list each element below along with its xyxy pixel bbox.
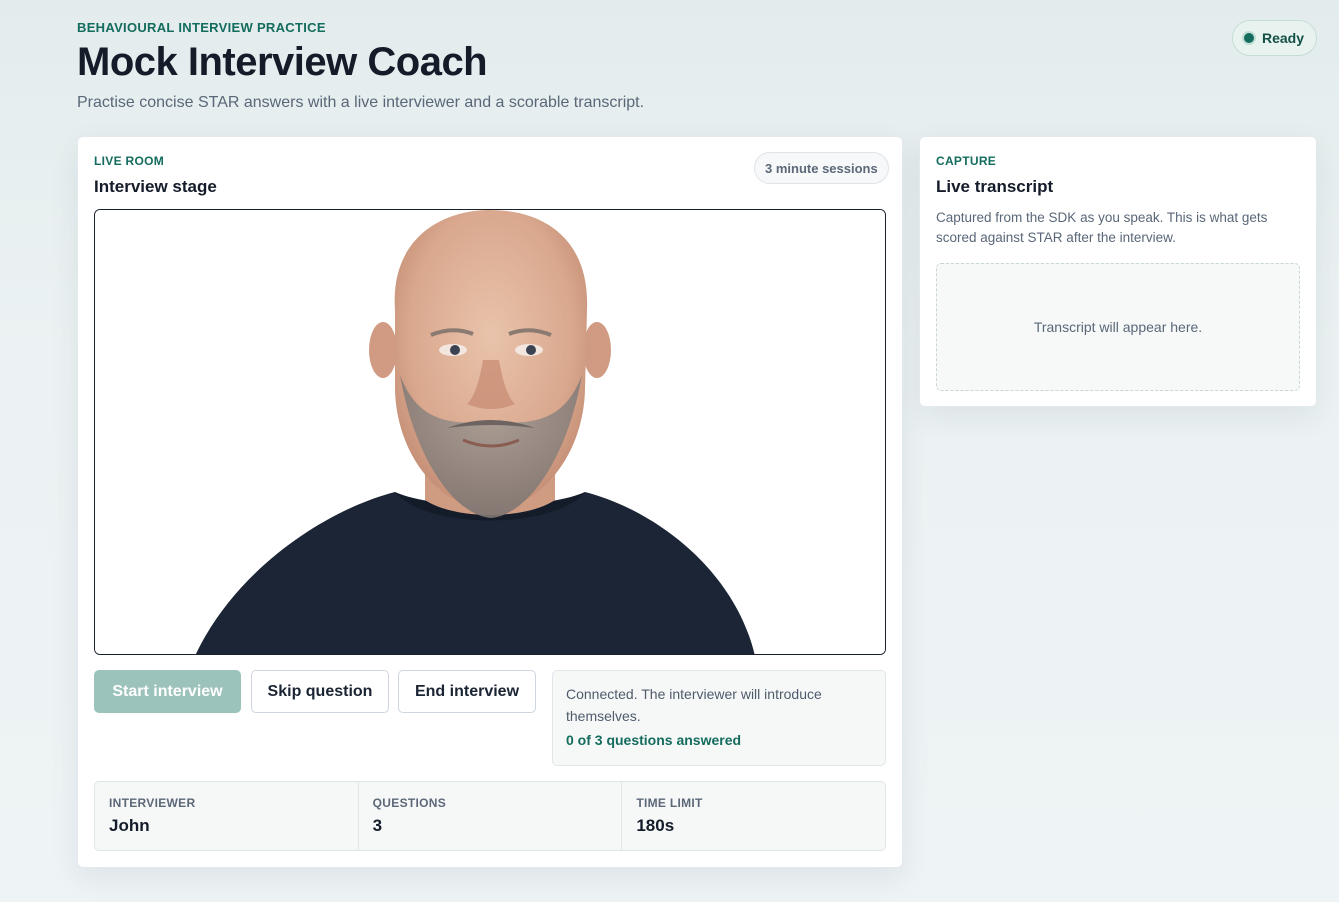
stat-value: 180s [636, 816, 675, 835]
skip-question-button[interactable]: Skip question [251, 670, 389, 713]
transcript-placeholder: Transcript will appear here. [1033, 319, 1203, 335]
page-title: Mock Interview Coach [77, 40, 488, 84]
connection-status-message: Connected. The interviewer will introduc… [566, 686, 822, 724]
page-eyebrow: BEHAVIOURAL INTERVIEW PRACTICE [77, 20, 326, 35]
stat-questions: QUESTIONS 3 [359, 782, 623, 850]
stat-label: TIME LIMIT [636, 796, 703, 810]
connection-status-box: Connected. The interviewer will introduc… [552, 670, 886, 766]
status-dot-icon [1244, 33, 1254, 43]
status-badge: Ready [1232, 20, 1317, 56]
interviewer-video [94, 209, 886, 655]
stat-time-limit: TIME LIMIT 180s [622, 782, 885, 850]
start-interview-button[interactable]: Start interview [94, 670, 241, 713]
live-room-title: Interview stage [94, 177, 217, 196]
capture-title: Live transcript [936, 177, 1054, 196]
session-stats: INTERVIEWER John QUESTIONS 3 TIME LIMIT … [94, 781, 886, 851]
capture-eyebrow: CAPTURE [936, 154, 997, 168]
capture-description: Captured from the SDK as you speak. This… [936, 210, 1268, 245]
live-room-eyebrow: LIVE ROOM [94, 154, 165, 168]
page-subtitle: Practise concise STAR answers with a liv… [77, 94, 645, 111]
transcript-area: Transcript will appear here. [936, 263, 1300, 391]
stat-interviewer: INTERVIEWER John [95, 782, 359, 850]
stat-label: QUESTIONS [372, 796, 447, 810]
questions-progress: 0 of 3 questions answered [566, 732, 742, 748]
stat-label: INTERVIEWER [109, 796, 196, 810]
interviewer-avatar [95, 210, 885, 654]
end-interview-button[interactable]: End interview [398, 670, 536, 713]
session-length-badge: 3 minute sessions [754, 152, 889, 184]
status-label: Ready [1262, 30, 1305, 46]
stat-value: John [109, 816, 150, 835]
capture-card: CAPTURE Live transcript Captured from th… [919, 136, 1317, 407]
stat-value: 3 [372, 816, 383, 835]
live-room-card: LIVE ROOM Interview stage 3 minute sessi… [77, 136, 903, 868]
